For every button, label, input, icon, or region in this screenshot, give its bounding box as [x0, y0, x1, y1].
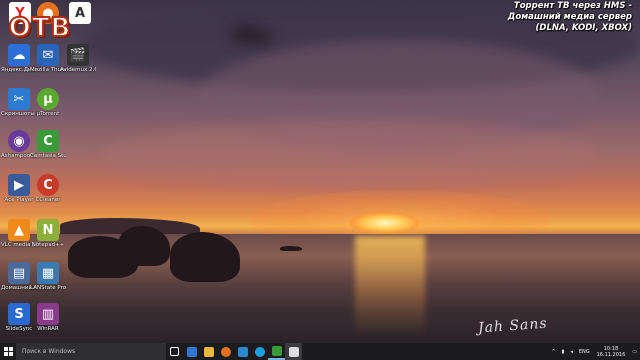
start-button[interactable]: [0, 343, 16, 360]
ccleaner-icon: C: [37, 174, 59, 196]
ace-player-icon: ▶: [8, 174, 30, 196]
app-c-icon: [288, 346, 299, 357]
store-icon: [237, 346, 248, 357]
desktop-icon-camtasia[interactable]: C Camtasia Studio 8: [30, 130, 66, 159]
windows-logo-icon: [3, 347, 13, 356]
desktop-icon-label: WinRAR: [37, 326, 59, 332]
task-view-icon: [170, 347, 179, 356]
slidesync-icon: S: [8, 303, 30, 325]
taskbar: Поиск в Windows ^ ▮ ◂ ENG 10:18 16.11.20…: [0, 343, 640, 360]
desktop-icon-avidemux[interactable]: 🎬 Avidemux 2.6 - 64bits: [60, 44, 96, 73]
desktop-icon-winrar[interactable]: ▥ WinRAR: [30, 303, 66, 332]
title-line-3: (DLNA, KODI, XBOX): [535, 23, 632, 33]
desktop-wallpaper: [0, 0, 640, 343]
camtasia-taskbar-icon: [271, 345, 282, 356]
cloud-layer: [100, 120, 600, 190]
desktop-icon-notepadpp[interactable]: N Notepad++: [30, 219, 66, 248]
channel-logo: ОТВ: [6, 12, 74, 47]
taskbar-skype[interactable]: [251, 343, 268, 360]
sun: [350, 212, 420, 234]
sun-reflection: [355, 236, 425, 336]
notifications-icon[interactable]: ▭: [632, 349, 637, 355]
taskbar-search-box[interactable]: Поиск в Windows: [16, 343, 166, 360]
camtasia-icon: C: [37, 130, 59, 152]
edge-icon: [186, 346, 197, 357]
desktop-icon-label: Camtasia Studio 8: [30, 153, 66, 159]
network-icon[interactable]: ▮: [562, 349, 565, 355]
taskbar-store[interactable]: [234, 343, 251, 360]
taskbar-camtasia[interactable]: [268, 343, 285, 360]
clock-date: 16.11.2016: [596, 351, 626, 358]
taskbar-firefox[interactable]: [217, 343, 234, 360]
desktop-icon-label: Notepad++: [31, 242, 65, 248]
desktop-icon-label: µTorrent: [36, 111, 60, 117]
media-server-icon: ▤: [8, 262, 30, 284]
title-line-2: Домашний медиа сервер: [507, 12, 632, 22]
taskbar-app-c[interactable]: [285, 343, 302, 360]
rock: [280, 246, 302, 251]
winrar-icon: ▥: [37, 303, 59, 325]
utorrent-icon: µ: [37, 88, 59, 110]
skype-icon: [254, 346, 265, 357]
desktop-icon-label: Avidemux 2.6 - 64bits: [60, 67, 96, 73]
avidemux-icon: 🎬: [67, 44, 89, 66]
vlc-cone-icon: ▲: [8, 219, 30, 241]
search-placeholder: Поиск в Windows: [22, 348, 76, 355]
video-title-overlay: Торрент ТВ через HMS - Домашний медиа се…: [508, 1, 632, 34]
desktop-icon-label: LANState Pro: [30, 285, 66, 291]
rock: [118, 226, 170, 266]
thunderbird-icon: ✉: [37, 44, 59, 66]
file-explorer-icon: [203, 346, 214, 357]
desktop-icon-utorrent[interactable]: µ µTorrent: [30, 88, 66, 117]
tray-chevron-icon[interactable]: ^: [551, 349, 555, 355]
clock[interactable]: 10:18 16.11.2016: [597, 346, 626, 358]
lanstate-icon: ▦: [37, 262, 59, 284]
desktop-icon-label: CCleaner: [35, 197, 61, 203]
channel-logo-text: ОТВ: [8, 12, 72, 44]
task-view-button[interactable]: [166, 343, 183, 360]
desktop-icon-ccleaner[interactable]: C CCleaner: [30, 174, 66, 203]
yandex-disk-icon: ☁: [8, 44, 30, 66]
system-tray: ^ ▮ ◂ ENG 10:18 16.11.2016 ▭: [548, 343, 640, 360]
taskbar-edge[interactable]: [183, 343, 200, 360]
language-indicator[interactable]: ENG: [579, 349, 590, 355]
desktop-icon-lanstate[interactable]: ▦ LANState Pro: [30, 262, 66, 291]
notepadpp-icon: N: [37, 219, 59, 241]
cloud-fragment: [250, 30, 272, 44]
firefox-taskbar-icon: [220, 346, 231, 357]
ashampoo-icon: ◉: [8, 130, 30, 152]
title-line-1: Торрент ТВ через HMS -: [513, 1, 632, 11]
scissors-icon: ✂: [8, 88, 30, 110]
volume-icon[interactable]: ◂: [570, 349, 573, 355]
taskbar-explorer[interactable]: [200, 343, 217, 360]
